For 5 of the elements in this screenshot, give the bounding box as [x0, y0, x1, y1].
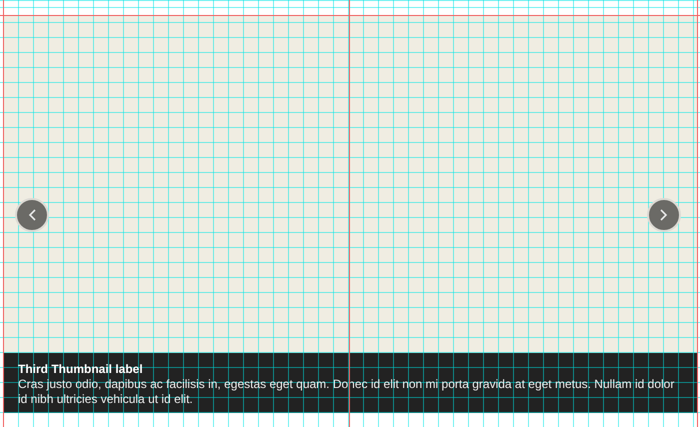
previous-button[interactable] — [15, 198, 49, 232]
caption-title: Third Thumbnail label — [18, 362, 144, 377]
chevron-left-icon — [28, 209, 36, 221]
next-button[interactable] — [647, 198, 681, 232]
chevron-right-icon — [660, 209, 668, 221]
